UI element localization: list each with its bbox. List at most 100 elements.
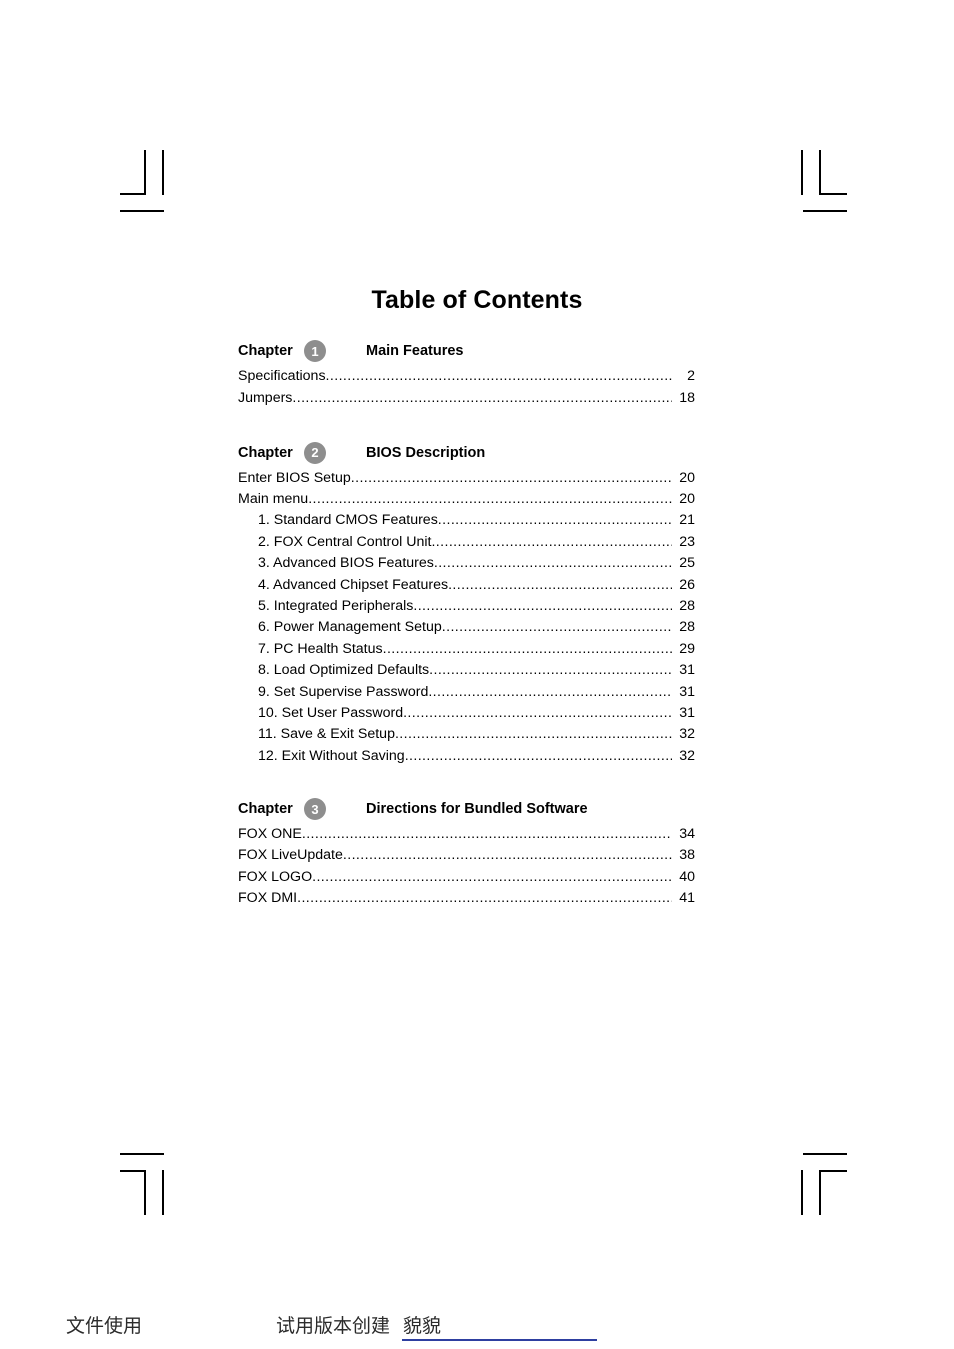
toc-entry[interactable]: 1. Standard CMOS Features 21 xyxy=(238,512,695,533)
footer-underline-rule xyxy=(402,1339,597,1341)
toc-entry[interactable]: 3. Advanced BIOS Features 25 xyxy=(238,555,695,576)
crop-mark-top-right xyxy=(785,140,855,212)
toc-entry-label: 5. Integrated Peripherals xyxy=(258,597,414,614)
toc-dot-leader xyxy=(292,390,672,406)
toc-dot-leader xyxy=(383,641,672,657)
toc-entry[interactable]: FOX LOGO 40 xyxy=(238,869,695,890)
chapter-block: Chapter 2 BIOS Description Enter BIOS Setup… xyxy=(238,440,695,769)
toc-entry[interactable]: 11. Save & Exit Setup 32 xyxy=(238,726,695,747)
crop-mark-horizontal-outer xyxy=(120,1153,164,1155)
toc-entry-page-number: 31 xyxy=(679,704,695,721)
toc-entry[interactable]: Main menu 20 xyxy=(238,491,695,512)
toc-entry-page-number: 38 xyxy=(679,847,695,864)
toc-entry-label: FOX LiveUpdate xyxy=(238,847,343,864)
toc-entry[interactable]: 6. Power Management Setup 28 xyxy=(238,619,695,640)
chapter-heading[interactable]: Chapter 1 Main Features xyxy=(238,338,695,364)
crop-mark-horizontal-inner xyxy=(821,1170,847,1172)
toc-dot-leader xyxy=(403,705,672,721)
toc-dot-leader xyxy=(395,726,672,742)
chapter-block: Chapter 1 Main Features Specifications 2 Jump… xyxy=(238,338,695,413)
crop-mark-horizontal-inner xyxy=(821,193,847,195)
toc-entry[interactable]: 7. PC Health Status 29 xyxy=(238,641,695,662)
chapter-word-label: Chapter xyxy=(238,801,293,818)
toc-dot-leader xyxy=(434,555,672,571)
toc-entry-label: 8. Load Optimized Defaults xyxy=(258,662,430,679)
toc-entry-label: 2. FOX Central Control Unit xyxy=(258,533,432,550)
toc-entry-label: 3. Advanced BIOS Features xyxy=(258,555,434,572)
crop-mark-vertical-outer xyxy=(162,1170,164,1215)
toc-entry-page-number: 31 xyxy=(679,683,695,700)
toc-entry-label: 4. Advanced Chipset Features xyxy=(258,576,449,593)
toc-entry-page-number: 29 xyxy=(679,640,695,657)
crop-mark-horizontal-inner xyxy=(120,193,146,195)
toc-entry-label: 9. Set Supervise Password xyxy=(258,683,429,700)
footer-left-text: 文件使用 xyxy=(66,1315,143,1337)
toc-entry[interactable]: 4. Advanced Chipset Features 26 xyxy=(238,577,695,598)
toc-entry[interactable]: Specifications 2 xyxy=(238,368,695,390)
toc-entry[interactable]: Enter BIOS Setup 20 xyxy=(238,470,695,491)
toc-entry-page-number: 34 xyxy=(679,826,695,843)
chapter-block: Chapter 3 Directions for Bundled Software F… xyxy=(238,796,695,912)
chapter-word-label: Chapter xyxy=(238,343,293,359)
toc-dot-leader xyxy=(312,869,672,885)
toc-entry-label: FOX DMI xyxy=(238,890,298,907)
toc-dot-leader xyxy=(326,368,672,384)
toc-entry-label: 11. Save & Exit Setup xyxy=(258,726,395,743)
toc-dot-leader xyxy=(428,684,672,700)
toc-dot-leader xyxy=(343,847,672,863)
crop-mark-vertical-outer xyxy=(162,150,164,195)
toc-dot-leader xyxy=(429,662,672,678)
toc-entry-page-number: 41 xyxy=(679,890,695,907)
table-of-contents: Chapter 1 Main Features Specifications 2 Jump… xyxy=(238,338,695,912)
crop-mark-horizontal-outer xyxy=(120,210,164,212)
chapter-heading[interactable]: Chapter 2 BIOS Description xyxy=(238,440,695,466)
toc-entry[interactable]: 10. Set User Password 31 xyxy=(238,705,695,726)
toc-dot-leader xyxy=(405,748,672,764)
toc-entry[interactable]: 5. Integrated Peripherals 28 xyxy=(238,598,695,619)
crop-mark-bottom-right xyxy=(785,1145,855,1215)
toc-entry-label: FOX ONE xyxy=(238,826,302,843)
toc-entry[interactable]: FOX ONE 34 xyxy=(238,826,695,847)
crop-mark-vertical-inner xyxy=(144,1170,146,1215)
toc-entry[interactable]: 2. FOX Central Control Unit 23 xyxy=(238,534,695,555)
toc-entry-page-number: 18 xyxy=(679,390,695,407)
toc-dot-leader xyxy=(302,826,672,842)
crop-mark-vertical-inner xyxy=(819,150,821,195)
toc-entry-page-number: 32 xyxy=(679,726,695,743)
page-footer: 文件使用 试用版本创建 貌貌 xyxy=(0,1303,954,1349)
toc-entry[interactable]: 8. Load Optimized Defaults 31 xyxy=(238,662,695,683)
toc-entry[interactable]: 9. Set Supervise Password 31 xyxy=(238,684,695,705)
toc-entry[interactable]: Jumpers 18 xyxy=(238,390,695,412)
toc-entry-page-number: 32 xyxy=(679,747,695,764)
toc-dot-leader xyxy=(438,512,672,528)
page-title: Table of Contents xyxy=(371,286,583,314)
crop-mark-vertical-outer xyxy=(801,150,803,195)
toc-entry-label: Jumpers xyxy=(238,390,293,407)
toc-entry-page-number: 26 xyxy=(679,576,695,593)
toc-entry[interactable]: FOX LiveUpdate 38 xyxy=(238,847,695,868)
toc-entry-page-number: 20 xyxy=(679,490,695,507)
toc-entry[interactable]: FOX DMI 41 xyxy=(238,890,695,911)
toc-dot-leader xyxy=(351,470,672,486)
chapter-number-badge: 1 xyxy=(304,340,326,362)
crop-mark-horizontal-outer xyxy=(803,210,847,212)
toc-entry-page-number: 40 xyxy=(679,868,695,885)
chapter-number-badge: 2 xyxy=(304,441,326,464)
toc-dot-leader xyxy=(442,619,672,635)
chapter-heading[interactable]: Chapter 3 Directions for Bundled Software xyxy=(238,796,695,822)
toc-dot-leader xyxy=(448,577,672,593)
toc-dot-leader xyxy=(413,598,672,614)
toc-entry-page-number: 28 xyxy=(679,597,695,614)
toc-entry[interactable]: 12. Exit Without Saving 32 xyxy=(238,748,695,769)
crop-mark-bottom-left xyxy=(110,1145,180,1215)
chapter-number-badge: 3 xyxy=(304,798,326,821)
toc-entry-page-number: 21 xyxy=(679,512,695,529)
toc-entry-label: 7. PC Health Status xyxy=(258,640,383,657)
toc-entry-page-number: 23 xyxy=(679,533,695,550)
toc-entry-label: 10. Set User Password xyxy=(258,704,404,721)
crop-mark-horizontal-outer xyxy=(803,1153,847,1155)
chapter-title: Main Features xyxy=(366,343,464,359)
toc-entry-page-number: 31 xyxy=(679,662,695,679)
toc-dot-leader xyxy=(431,534,672,550)
crop-mark-vertical-inner xyxy=(819,1170,821,1215)
